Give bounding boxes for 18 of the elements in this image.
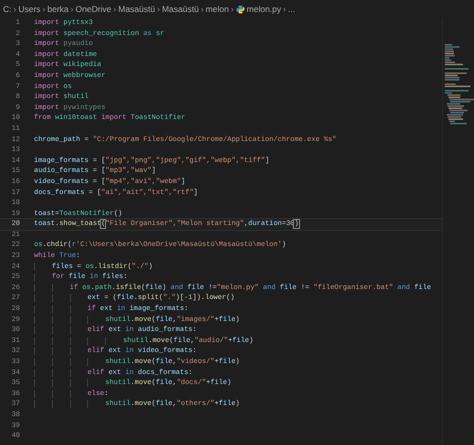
folder-breadcrumb[interactable]: Masaüstü — [162, 2, 199, 16]
folder-breadcrumb[interactable]: Users — [18, 2, 41, 16]
symbol-breadcrumb[interactable]: ... — [288, 2, 296, 16]
folder-breadcrumb[interactable]: berka — [47, 2, 69, 16]
chevron-icon: › — [198, 2, 206, 16]
python-file-icon — [236, 4, 245, 14]
chevron-icon: › — [12, 2, 18, 16]
chevron-icon: › — [111, 2, 118, 16]
chevron-icon: › — [155, 2, 162, 16]
folder-breadcrumb[interactable]: OneDrive — [76, 2, 112, 16]
chevron-icon: › — [281, 2, 288, 16]
chevron-icon: › — [40, 2, 48, 16]
folder-breadcrumb[interactable]: C: — [3, 2, 12, 16]
folder-breadcrumb[interactable]: Masaüstü — [118, 2, 156, 16]
file-breadcrumb[interactable]: melon.py — [244, 2, 282, 16]
folder-breadcrumb[interactable]: melon — [206, 2, 229, 16]
chevron-icon: › — [228, 2, 236, 16]
chevron-icon: › — [68, 2, 76, 16]
